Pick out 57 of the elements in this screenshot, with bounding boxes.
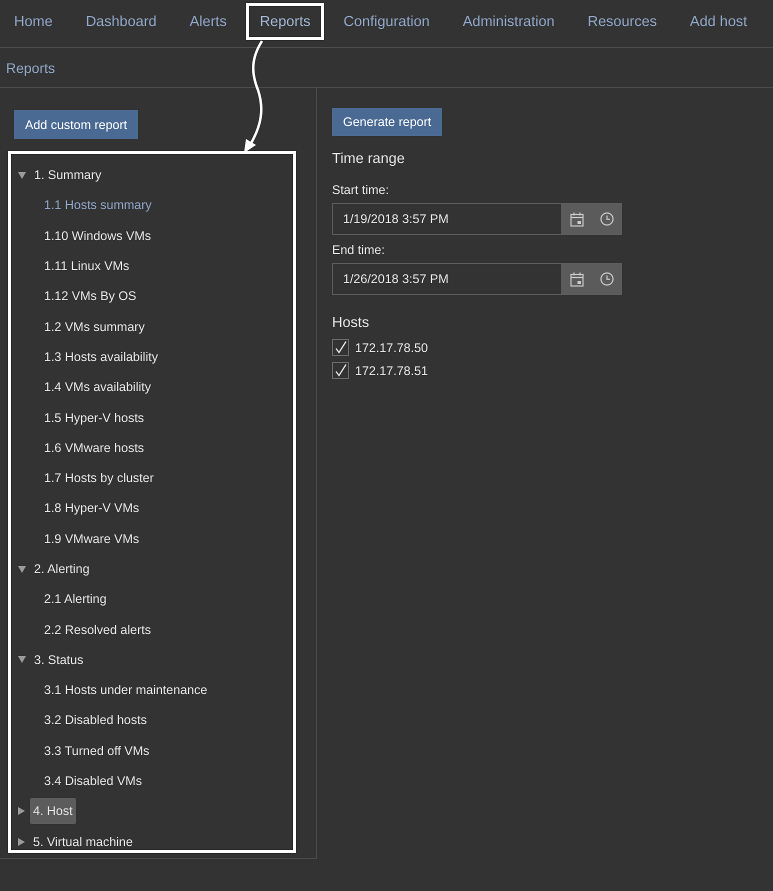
calendar-button[interactable] — [562, 263, 592, 295]
checkbox[interactable] — [332, 362, 349, 379]
tree-item[interactable]: 1.1 Hosts summary — [44, 198, 152, 212]
tree-item[interactable]: 2.2 Resolved alerts — [44, 622, 152, 637]
tree-item[interactable]: 1.6 VMware hosts — [44, 440, 144, 455]
tree-item[interactable]: 1.9 VMware VMs — [44, 532, 140, 546]
nav-tab[interactable]: Administration — [448, 3, 569, 40]
tree-item[interactable]: 3.1 Hosts under maintenance — [44, 683, 208, 698]
tree-group[interactable]: 3. Status — [31, 646, 86, 673]
nav-tab[interactable]: Resources — [574, 3, 671, 40]
tree-group[interactable]: 4. Host — [30, 798, 76, 824]
nav-tab[interactable]: Configuration — [329, 3, 444, 40]
field-label: Start time: — [332, 183, 389, 197]
tree-group[interactable]: 1. Summary — [31, 162, 104, 188]
checkbox-label: 172.17.78.51 — [355, 364, 428, 378]
tree-item[interactable]: 1.10 Windows VMs — [44, 228, 151, 243]
checkbox-label: 172.17.78.50 — [355, 340, 428, 354]
clock-icon — [600, 212, 614, 226]
calendar-icon — [570, 272, 584, 286]
collapse-arrow-icon[interactable] — [18, 656, 26, 664]
tree-item[interactable]: 1.8 Hyper-V VMs — [44, 501, 140, 516]
tree-item[interactable]: 1.3 Hosts availability — [44, 350, 158, 364]
nav-tab[interactable]: Dashboard — [72, 3, 171, 40]
clock-button[interactable] — [592, 203, 622, 235]
tree-item[interactable]: 1.11 Linux VMs — [44, 259, 130, 274]
expand-arrow-icon[interactable] — [18, 807, 25, 816]
field-label: End time: — [332, 243, 385, 257]
tree-item[interactable]: 1.4 VMs availability — [44, 380, 151, 394]
tree-item[interactable]: 2.1 Alerting — [44, 592, 107, 606]
tree-item[interactable]: 1.12 VMs By OS — [44, 289, 136, 304]
collapse-arrow-icon[interactable] — [18, 172, 26, 179]
clock-icon — [600, 272, 614, 286]
nav-tab[interactable]: Alerts — [176, 3, 241, 40]
tree-group[interactable]: 2. Alerting — [31, 556, 93, 582]
calendar-button[interactable] — [562, 203, 592, 235]
tree-item[interactable]: 1.7 Hosts by cluster — [44, 471, 154, 486]
date-time-field[interactable]: 1/26/2018 3:57 PM — [332, 263, 562, 295]
tree-item[interactable]: 3.3 Turned off VMs — [44, 744, 150, 758]
collapse-arrow-icon[interactable] — [18, 566, 26, 572]
nav-tab[interactable]: Home — [0, 3, 67, 40]
generate-report-button[interactable]: Generate report — [332, 108, 442, 136]
nav-tab[interactable]: Add host — [676, 3, 762, 40]
nav-tab[interactable]: Reports — [246, 3, 324, 40]
expand-arrow-icon[interactable] — [18, 838, 25, 846]
tree-item[interactable]: 3.4 Disabled VMs — [44, 774, 142, 788]
section-heading: Hosts — [332, 315, 370, 331]
tree-item[interactable]: 1.5 Hyper-V hosts — [44, 410, 144, 425]
tree-item[interactable]: 3.2 Disabled hosts — [44, 713, 147, 728]
section-heading: Time range — [332, 151, 406, 167]
date-time-field[interactable]: 1/19/2018 3:57 PM — [332, 203, 562, 235]
tree-item[interactable]: 1.2 VMs summary — [44, 320, 145, 334]
add-custom-report-button[interactable]: Add custom report — [14, 110, 138, 139]
tree-group[interactable]: 5. Virtual machine — [30, 828, 136, 855]
breadcrumb: Reports — [6, 60, 56, 76]
clock-button[interactable] — [592, 263, 622, 295]
checkbox[interactable] — [332, 339, 349, 356]
calendar-icon — [570, 212, 584, 226]
